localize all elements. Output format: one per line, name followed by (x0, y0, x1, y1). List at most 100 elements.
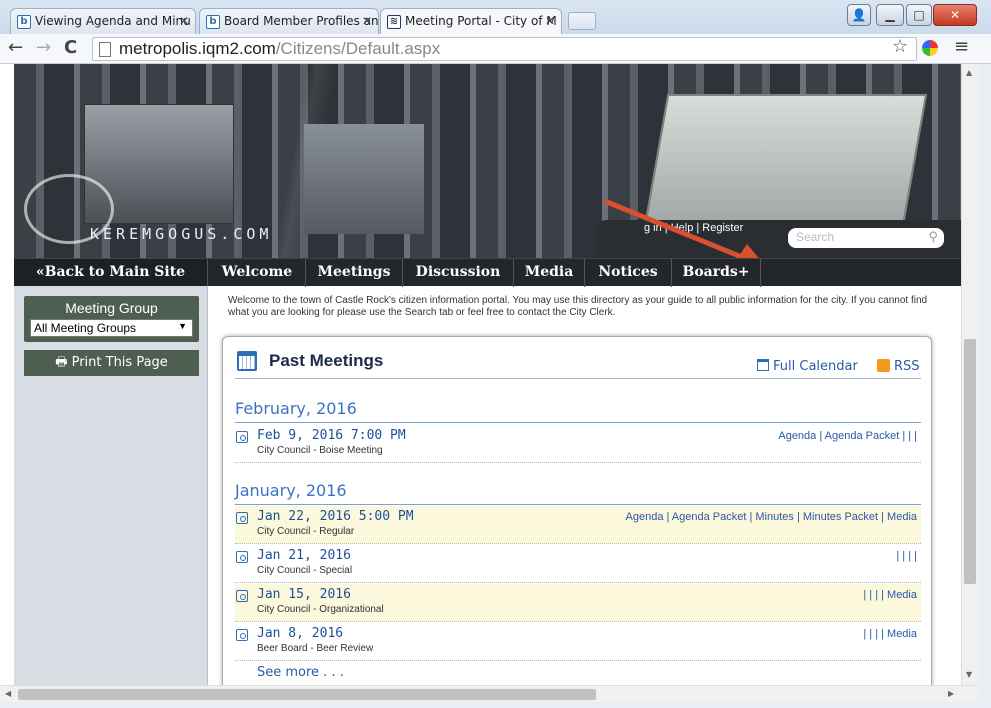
horizontal-scroll-thumb[interactable] (18, 689, 596, 700)
intro-text: Welcome to the town of Castle Rock's cit… (228, 295, 928, 318)
vertical-scrollbar[interactable]: ▲ ▼ (961, 64, 978, 685)
extension-color-icon[interactable] (922, 40, 938, 56)
meeting-group-title: Meeting Group (65, 300, 158, 316)
calendar-small-icon (757, 359, 769, 371)
meeting-name: Beer Board - Beer Review (257, 643, 374, 654)
tab-meeting-portal[interactable]: ≋ Meeting Portal - City of M ✕ (380, 8, 562, 34)
reload-icon[interactable]: C (64, 38, 77, 58)
address-bar[interactable]: metropolis.iqm2.com/Citizens/Default.asp… (92, 37, 917, 61)
login-links[interactable]: g in | Help | Register (644, 222, 743, 234)
meeting-name: City Council - Regular (257, 526, 355, 537)
sidebar: Meeting Group All Meeting Groups ▼ 🖶 Pri… (14, 286, 208, 685)
meeting-group-selected: All Meeting Groups (34, 321, 137, 335)
minimize-button[interactable]: ▁ (876, 4, 904, 26)
close-tab-icon[interactable]: ✕ (545, 14, 555, 28)
meeting-name: City Council - Organizational (257, 604, 384, 615)
nav-boards[interactable]: Boards+ (672, 259, 761, 287)
meeting-icon (236, 512, 248, 524)
meeting-links[interactable]: Agenda | Agenda Packet | | | (778, 430, 917, 442)
forward-arrow-icon[interactable]: → (36, 38, 51, 58)
month-heading: January, 2016 (235, 481, 347, 500)
tab-viewing-agenda[interactable]: b Viewing Agenda and Minu ✕ (10, 8, 196, 34)
meeting-links[interactable]: Agenda | Agenda Packet | Minutes | Minut… (626, 511, 917, 523)
profile-button[interactable]: 👤 (847, 4, 871, 26)
browser-window: b Viewing Agenda and Minu ✕ b Board Memb… (0, 0, 991, 708)
nav-welcome[interactable]: Welcome (209, 259, 306, 287)
maximize-button[interactable]: □ (906, 4, 932, 26)
meeting-icon (236, 629, 248, 641)
dropdown-caret-icon: ▼ (178, 321, 187, 331)
card-title: Past Meetings (269, 351, 384, 370)
print-label: Print This Page (71, 355, 168, 370)
browser-toolbar: ← → C metropolis.iqm2.com/Citizens/Defau… (0, 34, 991, 64)
meeting-row[interactable]: Feb 9, 2016 7:00 PM City Council - Boise… (235, 425, 921, 463)
meeting-group-select[interactable]: All Meeting Groups ▼ (30, 319, 193, 337)
full-calendar-label: Full Calendar (773, 359, 858, 374)
meeting-name: City Council - Boise Meeting (257, 445, 383, 456)
web-page: KEREMGOGUS.COM g in | Help | Register Se… (14, 64, 961, 685)
title-divider (235, 378, 921, 379)
scroll-up-icon[interactable]: ▲ (966, 68, 972, 77)
print-page-button[interactable]: 🖶 Print This Page (24, 350, 199, 376)
close-window-button[interactable]: ✕ (933, 4, 977, 26)
nav-discussion[interactable]: Discussion (403, 259, 514, 287)
meeting-row[interactable]: Jan 22, 2016 5:00 PM City Council - Regu… (235, 506, 921, 544)
tab-board-member-profiles[interactable]: b Board Member Profiles an ✕ (199, 8, 379, 34)
nav-media[interactable]: Media (514, 259, 585, 287)
tab-label: Meeting Portal - City of M (405, 14, 557, 28)
back-arrow-icon[interactable]: ← (8, 38, 23, 58)
portal-favicon-icon: ≋ (387, 15, 401, 29)
scroll-right-icon[interactable]: ▶ (948, 689, 954, 698)
b-favicon-icon: b (17, 15, 31, 29)
meeting-name: City Council - Special (257, 565, 353, 576)
scroll-down-icon[interactable]: ▼ (966, 670, 972, 679)
month-heading: February, 2016 (235, 399, 357, 418)
meeting-row[interactable]: Jan 21, 2016 City Council - Special | | … (235, 545, 921, 583)
past-meetings-card: Past Meetings Full Calendar RSS February… (222, 336, 932, 685)
meeting-links[interactable]: | | | | Media (863, 589, 917, 601)
meeting-icon (236, 590, 248, 602)
month-divider (235, 422, 921, 423)
building-shape (304, 124, 424, 234)
scroll-left-icon[interactable]: ◀ (5, 689, 11, 698)
meeting-group-box: Meeting Group All Meeting Groups ▼ (24, 296, 199, 342)
site-logo[interactable]: KEREMGOGUS.COM (90, 225, 272, 243)
meeting-links[interactable]: | | | | Media (863, 628, 917, 640)
vertical-scroll-thumb[interactable] (964, 339, 976, 584)
search-icon[interactable]: ⚲ (928, 229, 938, 245)
horizontal-scrollbar[interactable]: ◀ ▶ (0, 685, 978, 702)
search-input[interactable]: Search ⚲ (788, 228, 944, 248)
calendar-icon (237, 351, 257, 371)
meeting-date[interactable]: Jan 21, 2016 (257, 548, 351, 563)
meeting-links[interactable]: | | | | (896, 550, 917, 562)
meeting-date[interactable]: Jan 8, 2016 (257, 626, 343, 641)
meeting-icon (236, 551, 248, 563)
full-calendar-link[interactable]: Full Calendar (757, 359, 858, 374)
bookmark-star-icon[interactable]: ☆ (892, 36, 908, 57)
nav-notices[interactable]: Notices (585, 259, 672, 287)
meeting-date[interactable]: Jan 22, 2016 5:00 PM (257, 509, 414, 524)
b-favicon-icon: b (206, 15, 220, 29)
close-tab-icon[interactable]: ✕ (179, 14, 189, 28)
see-more-link[interactable]: See more . . . (257, 665, 344, 680)
meeting-date[interactable]: Jan 15, 2016 (257, 587, 351, 602)
page-left-gutter (0, 64, 14, 685)
tab-label: Viewing Agenda and Minu (35, 14, 191, 28)
url-host: metropolis.iqm2.com (119, 39, 276, 58)
site-nav-bar: «Back to Main Site Welcome Meetings Disc… (14, 258, 961, 287)
meeting-row[interactable]: Jan 8, 2016 Beer Board - Beer Review | |… (235, 623, 921, 661)
rss-link[interactable]: RSS (877, 359, 920, 374)
back-to-main-site-link[interactable]: «Back to Main Site (14, 259, 208, 287)
meeting-date[interactable]: Feb 9, 2016 7:00 PM (257, 428, 406, 443)
rss-icon (877, 359, 890, 372)
meeting-row[interactable]: Jan 15, 2016 City Council - Organization… (235, 584, 921, 622)
nav-meetings[interactable]: Meetings (306, 259, 403, 287)
new-tab-button[interactable] (568, 12, 596, 30)
month-divider (235, 504, 921, 505)
printer-icon: 🖶 (55, 355, 72, 370)
url-path: /Citizens/Default.aspx (275, 39, 441, 58)
close-tab-icon[interactable]: ✕ (362, 14, 372, 28)
rss-label: RSS (894, 359, 920, 374)
search-placeholder: Search (796, 230, 835, 244)
menu-icon[interactable]: ≡ (954, 36, 969, 57)
